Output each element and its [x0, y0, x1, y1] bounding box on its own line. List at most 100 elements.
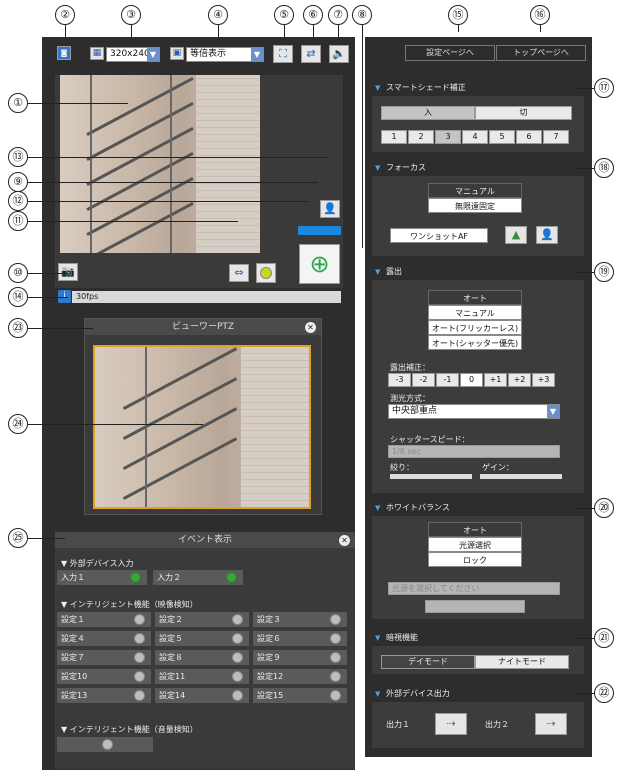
exposure-comp-4[interactable]: +1 — [484, 373, 507, 387]
output-header: 外部デバイス出力 — [372, 687, 584, 701]
day-mode-button[interactable]: デイモード — [381, 655, 475, 669]
smartshade-level-6[interactable]: 6 — [516, 130, 542, 144]
settings-page-link[interactable]: 設定ページへ — [405, 45, 495, 61]
top-page-link[interactable]: トップページへ — [496, 45, 586, 61]
exposure-comp-1[interactable]: -2 — [412, 373, 435, 387]
event-setting-2: 設定２ — [155, 612, 249, 627]
smartshade-level-2[interactable]: 2 — [408, 130, 434, 144]
callout-9: ⑨ — [8, 172, 28, 192]
light-source-apply[interactable] — [425, 600, 525, 613]
exposure-flickerless[interactable]: オート(フリッカーレス) — [428, 320, 522, 335]
metering-select[interactable]: 中央部重点 ▼ — [388, 404, 560, 419]
callout-line — [28, 273, 68, 274]
click-center-button[interactable]: ⊕ — [299, 244, 340, 284]
light-source-select[interactable]: 光源を選択してください — [388, 582, 560, 595]
exposure-shutter-priority[interactable]: オート(シャッター優先) — [428, 335, 522, 350]
callout-2: ② — [55, 5, 75, 25]
callout-line — [338, 25, 339, 40]
smartshade-off[interactable]: 切 — [475, 106, 572, 120]
callout-11: ⑪ — [8, 211, 28, 231]
audio-button[interactable]: 🔈 — [329, 45, 349, 63]
metering-label: 測光方式： — [390, 394, 430, 403]
callout-line — [574, 693, 594, 694]
exposure-comp-6[interactable]: +3 — [532, 373, 555, 387]
callout-line — [28, 201, 308, 202]
display-mode-select[interactable]: 等倍表示 ▼ — [186, 47, 264, 62]
night-header: 暗視機能 — [372, 631, 584, 645]
focus-far-button[interactable]: ▲ — [505, 226, 527, 244]
input-2: 入力２ — [153, 570, 243, 585]
shutter-label: シャッタースピード： — [390, 435, 470, 444]
wb-auto[interactable]: オート — [428, 522, 522, 537]
event-setting-3: 設定３ — [253, 612, 347, 627]
callout-10: ⑩ — [8, 263, 28, 283]
event-setting-5: 設定５ — [155, 631, 249, 646]
callout-15: ⑮ — [448, 5, 468, 25]
smartshade-level-4[interactable]: 4 — [462, 130, 488, 144]
output-1-label: 出力１ — [386, 720, 410, 729]
zoom-bar[interactable] — [298, 226, 341, 235]
smartshade-level-5[interactable]: 5 — [489, 130, 515, 144]
wb-header: ホワイトバランス — [372, 501, 584, 515]
callout-line — [28, 538, 65, 539]
output-2-button[interactable]: ⇢ — [535, 713, 567, 735]
callout-1: ① — [8, 93, 28, 113]
resolution-select[interactable]: 320x240 ▼ — [106, 47, 160, 62]
event-setting-10: 設定10 — [57, 669, 151, 684]
event-close-button[interactable]: ✕ — [339, 535, 350, 546]
event-setting-1: 設定１ — [57, 612, 151, 627]
callout-23: ㉓ — [8, 318, 28, 338]
callout-line — [540, 25, 541, 32]
callout-line — [28, 297, 68, 298]
night-mode-button[interactable]: ナイトモード — [475, 655, 569, 669]
event-setting-6: 設定６ — [253, 631, 347, 646]
event-setting-13: 設定13 — [57, 688, 151, 703]
exposure-comp-2[interactable]: -1 — [436, 373, 459, 387]
event-title: イベント表示 — [177, 535, 232, 545]
event-setting-4: 設定４ — [57, 631, 151, 646]
fullscreen-button[interactable]: ⛶ — [273, 45, 293, 63]
exposure-comp-3[interactable]: 0 — [460, 373, 483, 387]
status-indicator[interactable] — [256, 263, 276, 283]
smartshade-level-1[interactable]: 1 — [381, 130, 407, 144]
wb-source-select[interactable]: 光源選択 — [428, 537, 522, 552]
ptz-close-button[interactable]: ✕ — [305, 322, 316, 333]
callout-6: ⑥ — [303, 5, 323, 25]
output-1-button[interactable]: ⇢ — [435, 713, 467, 735]
callout-line — [574, 508, 594, 509]
shutter-select[interactable]: 1/8 sec — [388, 445, 560, 458]
preset-camera-button[interactable]: 👤 — [320, 200, 340, 218]
fps-status: 30fps — [72, 291, 341, 303]
callout-21: ㉑ — [594, 628, 614, 648]
ptz-button[interactable]: ⇔ — [229, 264, 249, 282]
snapshot-button[interactable]: 📷 — [58, 263, 78, 281]
refresh-button[interactable]: ⇄ — [301, 45, 321, 63]
callout-8: ⑧ — [352, 5, 372, 25]
smartshade-level-7[interactable]: 7 — [543, 130, 569, 144]
callout-line — [28, 221, 238, 222]
wb-lock[interactable]: ロック — [428, 552, 522, 567]
ext-input-title: ▼ 外部デバイス入力 — [61, 559, 134, 568]
smartshade-on[interactable]: 入 — [381, 106, 475, 120]
callout-24: ㉔ — [8, 414, 28, 434]
exposure-comp-0[interactable]: -3 — [388, 373, 411, 387]
iris-slider[interactable] — [390, 474, 472, 479]
exposure-manual[interactable]: マニュアル — [428, 305, 522, 320]
callout-line — [28, 157, 328, 158]
oneshot-af-button[interactable]: ワンショットAF — [390, 228, 488, 243]
focus-near-button[interactable]: 👤 — [536, 226, 558, 244]
callout-line — [574, 88, 594, 89]
focus-manual[interactable]: マニュアル — [428, 183, 522, 198]
iris-label: 絞り： — [390, 463, 414, 472]
ptz-image[interactable] — [93, 345, 311, 509]
gain-label: ゲイン： — [482, 463, 514, 472]
exposure-auto[interactable]: オート — [428, 290, 522, 305]
ptz-viewer: ビューワーPTZ✕ + — [84, 318, 322, 515]
smartshade-level-3[interactable]: 3 — [435, 130, 461, 144]
output-2-label: 出力２ — [485, 720, 509, 729]
event-setting-7: 設定７ — [57, 650, 151, 665]
event-setting-8: 設定８ — [155, 650, 249, 665]
exposure-comp-5[interactable]: +2 — [508, 373, 531, 387]
focus-infinity[interactable]: 無限遠固定 — [428, 198, 522, 213]
gain-slider[interactable] — [480, 474, 562, 479]
